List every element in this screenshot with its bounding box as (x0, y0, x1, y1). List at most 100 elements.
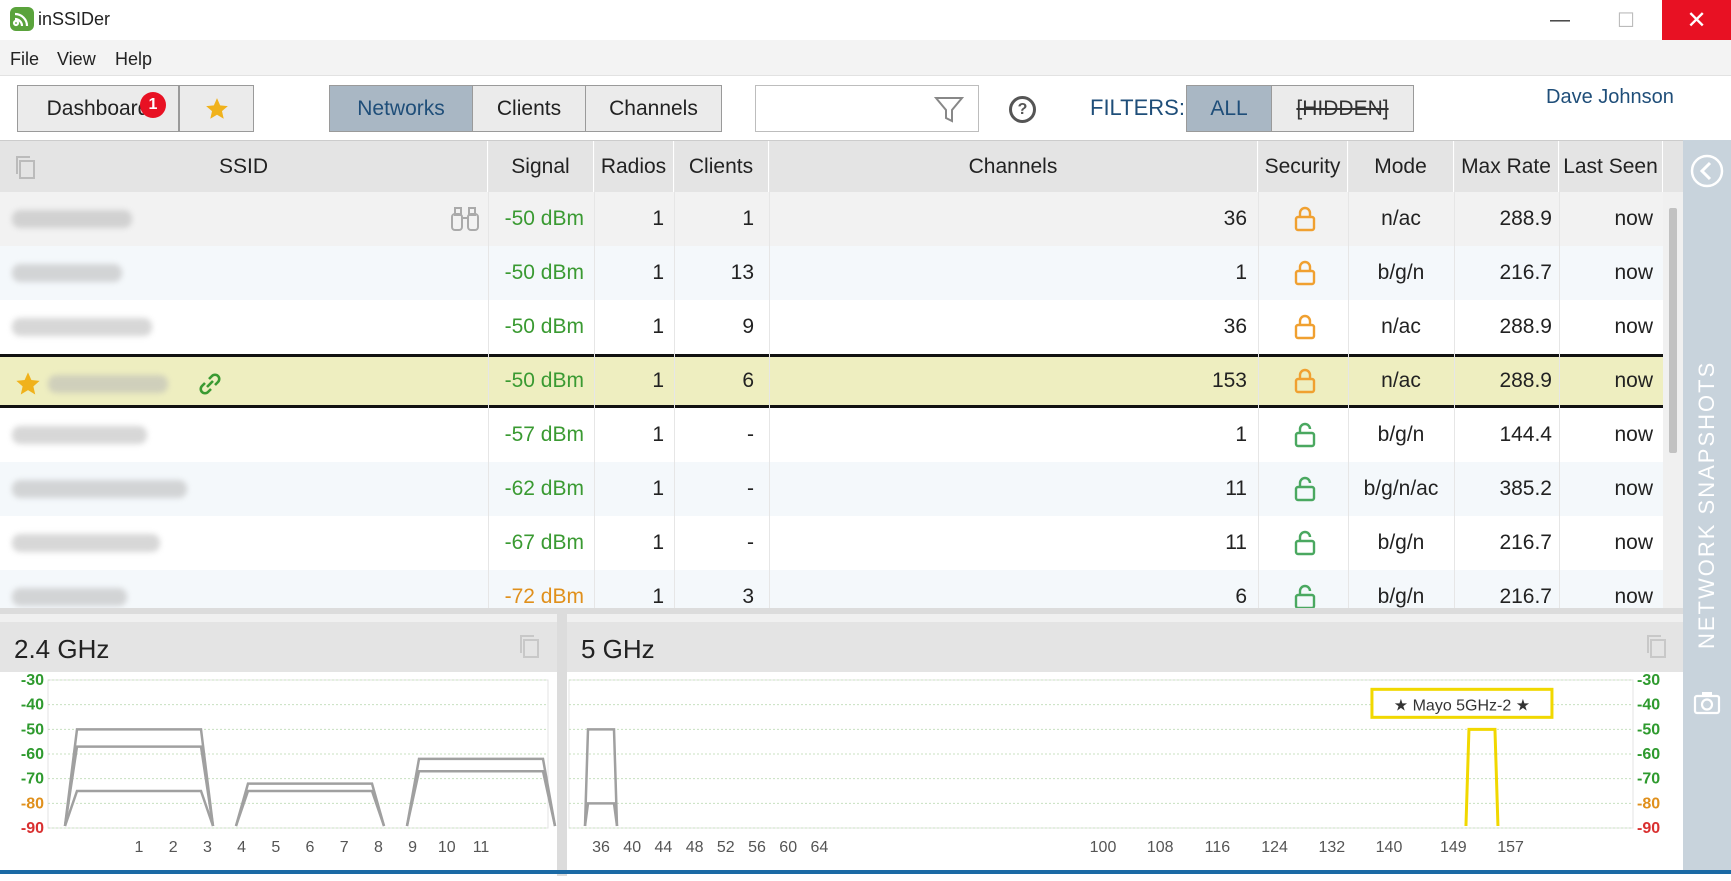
filter-hidden-button[interactable]: [HIDDEN] (1271, 85, 1414, 132)
y-tick-label: -60 (1637, 746, 1660, 763)
dashboard-button[interactable]: Dashboard 1 (17, 85, 179, 132)
radios-cell: 1 (652, 477, 664, 500)
network-snapshots-label: NETWORK SNAPSHOTS (1694, 360, 1719, 650)
table-row[interactable]: -50 dBm 1 13 1 b/g/n 216.7 now (0, 246, 1663, 300)
radios-cell: 1 (652, 315, 664, 338)
ssid-redacted (12, 426, 147, 444)
mode-cell: b/g/n (1377, 531, 1425, 554)
ssid-redacted (12, 534, 160, 552)
radios-cell: 1 (652, 369, 664, 392)
chart-5ghz-header: 5 GHz (567, 622, 1683, 672)
x-tick-label: 36 (592, 839, 610, 856)
lock-closed-icon (1290, 354, 1320, 408)
table-row[interactable]: -57 dBm 1 - 1 b/g/n 144.4 now (0, 408, 1663, 462)
filter-all-button[interactable]: ALL (1186, 85, 1272, 132)
table-row[interactable]: -62 dBm 1 - 11 b/g/n/ac 385.2 now (0, 462, 1663, 516)
y-tick-label: -80 (21, 795, 44, 812)
y-tick-label: -90 (21, 820, 44, 837)
col-clients[interactable]: Clients (674, 141, 769, 192)
star-icon[interactable] (14, 370, 42, 398)
x-tick-label: 60 (779, 839, 797, 856)
col-security[interactable]: Security (1258, 141, 1348, 192)
x-tick-label: 9 (408, 839, 417, 856)
table-row[interactable]: -72 dBm 1 3 6 b/g/n 216.7 now (0, 570, 1663, 608)
binoculars-icon[interactable] (450, 206, 480, 232)
x-tick-label: 149 (1440, 839, 1467, 856)
x-tick-label: 11 (473, 839, 490, 856)
help-icon[interactable]: ? (1009, 96, 1036, 123)
maximize-button[interactable]: ☐ (1598, 0, 1654, 40)
clients-cell: 6 (742, 369, 754, 392)
column-divider (1348, 141, 1349, 608)
table-header: SSID Signal Radios Clients Channels Secu… (0, 141, 1683, 192)
signal-cell: -67 dBm (504, 531, 584, 554)
table-row[interactable]: -50 dBm 1 1 36 n/ac 288.9 now (0, 192, 1663, 246)
signal-cell: -50 dBm (504, 207, 584, 230)
lock-closed-icon (1290, 192, 1320, 246)
table-row[interactable]: -50 dBm 1 6 153 n/ac 288.9 now (0, 354, 1663, 408)
copy-icon[interactable] (1645, 634, 1669, 660)
y-tick-label: -70 (1637, 771, 1660, 788)
table-row[interactable]: -67 dBm 1 - 11 b/g/n 216.7 now (0, 516, 1663, 570)
last-seen-cell: now (1614, 585, 1653, 608)
network-snapshots-panel[interactable]: NETWORK SNAPSHOTS (1683, 140, 1731, 870)
tab-clients[interactable]: Clients (472, 85, 586, 132)
minimize-button[interactable]: — (1532, 0, 1588, 40)
col-signal[interactable]: Signal (488, 141, 594, 192)
chart-2-4ghz-plot: -30 -40 -50 -60 -70 -80 -90 1 2 3 4 5 6 7 8 9 10 11 (0, 672, 557, 876)
copy-icon[interactable] (518, 634, 542, 660)
y-tick-label: -80 (1637, 795, 1660, 812)
tab-channels[interactable]: Channels (585, 85, 722, 132)
y-tick-label: -50 (1637, 721, 1660, 738)
last-seen-cell: now (1614, 261, 1653, 284)
table-row[interactable]: -50 dBm 1 9 36 n/ac 288.9 now (0, 300, 1663, 354)
radios-cell: 1 (652, 585, 664, 608)
link-icon[interactable] (196, 370, 224, 398)
favorites-button[interactable] (179, 85, 254, 132)
status-strip (0, 870, 1731, 874)
x-tick-label: 132 (1318, 839, 1345, 856)
app-title: inSSIDer (38, 9, 111, 29)
last-seen-cell: now (1614, 423, 1653, 446)
col-max-rate[interactable]: Max Rate (1454, 141, 1559, 192)
camera-icon[interactable] (1693, 690, 1721, 716)
clients-cell: - (747, 531, 754, 554)
scrollbar-thumb[interactable] (1669, 208, 1677, 453)
ssid-redacted (48, 375, 168, 393)
search-input[interactable] (755, 85, 979, 132)
ssid-redacted (12, 210, 132, 228)
col-ssid[interactable]: SSID (0, 141, 488, 192)
menu-view[interactable]: View (57, 49, 96, 70)
table-scrollbar[interactable] (1663, 192, 1683, 608)
close-button[interactable]: ✕ (1662, 0, 1731, 40)
tab-networks[interactable]: Networks (329, 85, 473, 132)
menu-file[interactable]: File (10, 49, 39, 70)
signal-cell: -50 dBm (504, 369, 584, 392)
network-label: ★ Mayo 5GHz-2 ★ (1394, 697, 1530, 714)
radios-cell: 1 (652, 423, 664, 446)
column-divider (674, 141, 675, 608)
mode-cell: b/g/n (1377, 261, 1425, 284)
x-tick-label: 116 (1205, 839, 1231, 856)
column-divider (594, 141, 595, 608)
chart-5ghz-svg: -30-30-40-40-50-50-60-60-70-70-80-80-90-… (542, 672, 1660, 856)
menu-help[interactable]: Help (115, 49, 152, 70)
x-tick-label: 4 (237, 839, 246, 856)
col-last-seen[interactable]: Last Seen (1559, 141, 1663, 192)
chevron-left-icon[interactable] (1690, 154, 1724, 188)
channels-cell: 36 (1223, 315, 1247, 338)
col-radios[interactable]: Radios (594, 141, 674, 192)
user-name-link[interactable]: Dave Johnson (1546, 86, 1674, 109)
app-logo-icon (10, 7, 34, 31)
lock-open-icon (1290, 462, 1320, 516)
max-rate-cell: 288.9 (1499, 207, 1552, 230)
lock-closed-icon (1290, 246, 1320, 300)
clients-cell: - (747, 477, 754, 500)
col-channels[interactable]: Channels (769, 141, 1258, 192)
panel-splitter[interactable] (557, 614, 567, 876)
col-mode[interactable]: Mode (1348, 141, 1454, 192)
y-tick-label: -50 (21, 721, 44, 738)
last-seen-cell: now (1614, 531, 1653, 554)
filter-icon[interactable] (934, 96, 964, 124)
column-divider (1258, 141, 1259, 608)
